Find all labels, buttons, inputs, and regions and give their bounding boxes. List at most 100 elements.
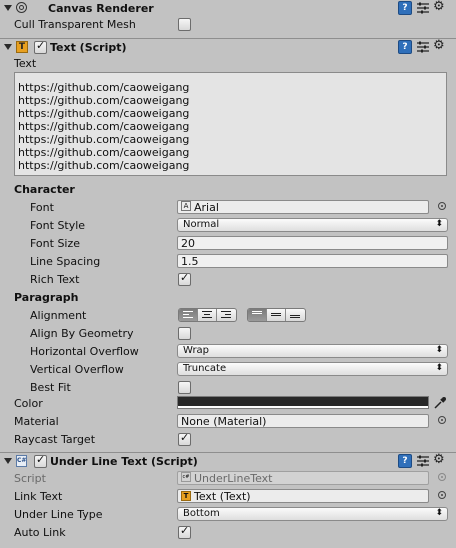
font-asset-icon: A <box>181 201 191 211</box>
raycast-label: Raycast Target <box>14 433 96 446</box>
text-line: https://github.com/caoweigang <box>18 133 190 146</box>
color-row: Color <box>0 395 456 413</box>
text-component-icon: T <box>181 491 191 501</box>
underline-type-row: Under Line Type Bottom ⬍ <box>0 506 456 524</box>
color-swatch[interactable] <box>177 396 429 409</box>
text-line: https://github.com/caoweigang <box>18 94 190 107</box>
sliders-icon[interactable] <box>416 454 430 468</box>
object-picker-icon[interactable] <box>438 491 446 499</box>
paragraph-heading: Paragraph <box>14 291 79 304</box>
gear-icon[interactable]: ⚙ <box>433 452 445 467</box>
rich-text-checkbox[interactable] <box>178 271 191 286</box>
font-row: Font A Arial <box>0 199 456 217</box>
underline-enabled-checkbox[interactable] <box>34 453 47 468</box>
font-size-value: 20 <box>181 237 195 250</box>
font-style-dropdown[interactable]: Normal ⬍ <box>177 218 448 232</box>
material-value: None (Material) <box>181 415 267 428</box>
align-bottom-icon[interactable] <box>286 309 305 321</box>
vertical-alignment-group <box>247 308 306 322</box>
help-icon[interactable]: ? <box>398 454 412 468</box>
vertical-overflow-label: Vertical Overflow <box>30 363 124 376</box>
foldout-arrow-icon[interactable] <box>4 44 12 50</box>
text-script-title: Text (Script) <box>50 41 127 54</box>
color-label: Color <box>14 397 43 410</box>
font-field[interactable]: A Arial <box>177 200 429 214</box>
text-line: https://github.com/caoweigang <box>18 81 190 94</box>
canvas-renderer-title: Canvas Renderer <box>48 2 154 15</box>
align-top-icon[interactable] <box>248 309 267 321</box>
text-enabled-checkbox[interactable] <box>34 39 47 54</box>
script-component-icon: C# <box>16 455 27 467</box>
font-label: Font <box>30 201 54 214</box>
sliders-icon[interactable] <box>416 40 430 54</box>
header-icons: ? ⚙ <box>398 452 452 469</box>
dropdown-arrow-icon: ⬍ <box>435 363 443 373</box>
cull-checkbox[interactable] <box>178 18 191 31</box>
eyedropper-icon[interactable] <box>433 396 447 410</box>
alignment-label: Alignment <box>30 309 87 322</box>
underline-type-value: Bottom <box>183 508 220 519</box>
auto-link-row: Auto Link <box>0 524 456 542</box>
auto-link-checkbox[interactable] <box>178 524 191 539</box>
canvas-renderer-icon <box>16 2 27 13</box>
gear-icon[interactable]: ⚙ <box>433 38 445 53</box>
align-geometry-label: Align By Geometry <box>30 327 134 340</box>
help-icon[interactable]: ? <box>398 40 412 54</box>
horizontal-overflow-label: Horizontal Overflow <box>30 345 139 358</box>
link-text-row: Link Text T Text (Text) <box>0 488 456 506</box>
cull-label: Cull Transparent Mesh <box>14 18 136 31</box>
foldout-arrow-icon[interactable] <box>4 458 12 464</box>
object-picker-icon[interactable] <box>438 202 446 210</box>
dropdown-arrow-icon: ⬍ <box>435 508 443 518</box>
foldout-arrow-icon[interactable] <box>4 5 12 11</box>
text-line: https://github.com/caoweigang <box>18 159 190 172</box>
vertical-overflow-value: Truncate <box>183 363 227 374</box>
underline-script-header[interactable]: C# Under Line Text (Script) ? ⚙ <box>0 452 456 470</box>
text-label: Text <box>14 57 37 70</box>
header-icons: ? ⚙ <box>398 38 452 55</box>
help-icon[interactable]: ? <box>398 1 412 15</box>
line-spacing-row: Line Spacing 1.5 <box>0 253 456 271</box>
align-left-icon[interactable] <box>179 309 198 321</box>
script-asset-icon: c# <box>181 472 191 482</box>
cull-transparent-row: Cull Transparent Mesh <box>0 16 456 34</box>
material-field[interactable]: None (Material) <box>177 414 429 428</box>
align-geometry-checkbox[interactable] <box>178 327 191 340</box>
raycast-checkbox[interactable] <box>178 431 191 446</box>
align-geometry-row: Align By Geometry <box>0 325 456 343</box>
align-middle-icon[interactable] <box>267 309 286 321</box>
rich-text-row: Rich Text <box>0 271 456 289</box>
align-center-icon[interactable] <box>198 309 217 321</box>
horizontal-alignment-group <box>178 308 237 322</box>
dropdown-arrow-icon: ⬍ <box>435 345 443 355</box>
horizontal-overflow-dropdown[interactable]: Wrap ⬍ <box>177 344 448 358</box>
font-value: Arial <box>194 201 219 214</box>
text-component-icon: T <box>16 41 28 53</box>
sliders-icon[interactable] <box>416 1 430 15</box>
text-script-header[interactable]: T Text (Script) ? ⚙ <box>0 38 456 56</box>
script-field: c# UnderLineText <box>177 471 429 485</box>
font-size-row: Font Size 20 <box>0 235 456 253</box>
line-spacing-input[interactable]: 1.5 <box>177 254 448 268</box>
text-content-area[interactable]: https://github.com/caoweigang https://gi… <box>14 72 447 176</box>
object-picker-icon <box>438 473 446 481</box>
dropdown-arrow-icon: ⬍ <box>435 219 443 229</box>
text-line: https://github.com/caoweigang <box>18 120 190 133</box>
gear-icon[interactable]: ⚙ <box>433 0 445 14</box>
horizontal-overflow-row: Horizontal Overflow Wrap ⬍ <box>0 343 456 361</box>
object-picker-icon[interactable] <box>438 416 446 424</box>
vertical-overflow-dropdown[interactable]: Truncate ⬍ <box>177 362 448 376</box>
align-right-icon[interactable] <box>217 309 236 321</box>
font-size-label: Font Size <box>30 237 81 250</box>
best-fit-checkbox[interactable] <box>178 381 191 394</box>
underline-type-label: Under Line Type <box>14 508 103 521</box>
text-line: https://github.com/caoweigang <box>18 107 190 120</box>
font-style-row: Font Style Normal ⬍ <box>0 217 456 235</box>
font-size-input[interactable]: 20 <box>177 236 448 250</box>
underline-type-dropdown[interactable]: Bottom ⬍ <box>177 507 448 521</box>
script-row: Script c# UnderLineText <box>0 470 456 488</box>
link-text-field[interactable]: T Text (Text) <box>177 489 429 503</box>
line-spacing-value: 1.5 <box>181 255 199 268</box>
link-text-label: Link Text <box>14 490 63 503</box>
horizontal-overflow-value: Wrap <box>183 345 210 356</box>
